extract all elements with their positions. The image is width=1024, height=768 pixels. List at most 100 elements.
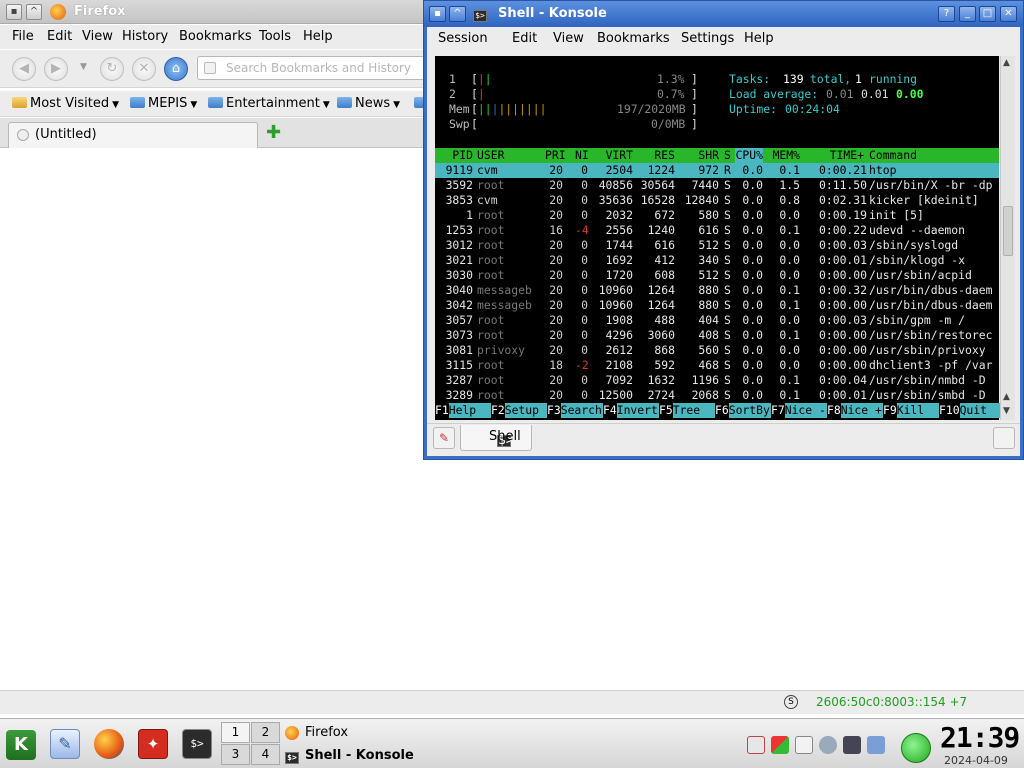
package-updates-icon[interactable] bbox=[771, 736, 789, 754]
process-row[interactable]: 3287 root 20 0 7092 1632 1196 S 0.0 0.1 0:00.04/us… bbox=[435, 373, 999, 388]
fkey-f9[interactable]: F9Kill bbox=[883, 403, 939, 418]
process-row[interactable]: 3021 root 20 0 1692 412 340 S 0.0 0.0 0:00.01/sbin… bbox=[435, 253, 999, 268]
task-konsole[interactable]: $> Shell - Konsole bbox=[285, 748, 414, 764]
menu-edit[interactable]: Edit bbox=[512, 31, 537, 46]
clipboard-icon[interactable] bbox=[795, 736, 813, 754]
konsole-launcher-icon[interactable]: $> bbox=[182, 729, 212, 759]
menu-help[interactable]: Help bbox=[744, 31, 774, 46]
minimize-button[interactable]: _ bbox=[959, 6, 976, 22]
pager-desktop-1[interactable]: 1 bbox=[221, 722, 250, 743]
new-session-icon[interactable]: ✎ bbox=[433, 427, 455, 449]
konsole-titlebar[interactable]: ▪ ^ $> Shell - Konsole ? _ □ ✕ bbox=[424, 1, 1023, 27]
process-cell-res: 1240 bbox=[647, 223, 675, 237]
process-row[interactable]: 3012 root 20 0 1744 616 512 S 0.0 0.0 0:00.03/sbin… bbox=[435, 238, 999, 253]
process-row[interactable]: 3073 root 20 0 4296 3060 408 S 0.0 0.1 0:00.00/usr… bbox=[435, 328, 999, 343]
volume-muted-icon[interactable] bbox=[747, 736, 765, 754]
process-cell-res: 616 bbox=[654, 238, 675, 252]
fkey-label: Kill bbox=[896, 403, 939, 418]
stop-button[interactable]: ✕ bbox=[132, 57, 156, 81]
help-button[interactable]: ? bbox=[938, 6, 955, 22]
scroll-down-icon[interactable]: ▲ bbox=[1003, 392, 1010, 402]
process-cell-mem-: 0.1 bbox=[779, 163, 800, 177]
scroll-up-icon[interactable]: ▲ bbox=[1003, 58, 1010, 68]
display-icon[interactable] bbox=[867, 736, 885, 754]
fkey-f6[interactable]: F6SortBy bbox=[715, 403, 771, 418]
menu-settings[interactable]: Settings bbox=[681, 31, 734, 46]
fkey-f10[interactable]: F10Quit bbox=[939, 403, 1000, 418]
kmenu-icon[interactable]: K bbox=[6, 730, 36, 760]
fkey-f5[interactable]: F5Tree bbox=[659, 403, 715, 418]
process-cell-pri: 20 bbox=[549, 178, 563, 192]
search-input[interactable]: Search Bookmarks and History bbox=[197, 56, 437, 80]
window-menu-button[interactable]: ▪ bbox=[429, 6, 446, 22]
history-dropdown-icon[interactable]: ▼ bbox=[80, 62, 87, 72]
fkey-f1[interactable]: F1Help bbox=[435, 403, 491, 418]
fkey-f3[interactable]: F3Search bbox=[547, 403, 603, 418]
system-tools-icon[interactable]: ✦ bbox=[138, 729, 168, 759]
close-button[interactable]: ✕ bbox=[1000, 6, 1017, 22]
firefox-launcher-icon[interactable] bbox=[94, 729, 124, 759]
sixornot-icon[interactable]: S bbox=[784, 695, 798, 709]
process-row[interactable]: 3040 messageb 20 0 10960 1264 880 S 0.0 0.1 0:00.3… bbox=[435, 283, 999, 298]
task-firefox[interactable]: Firefox bbox=[285, 725, 348, 740]
back-button[interactable]: ◀ bbox=[12, 57, 36, 81]
pager-desktop-4[interactable]: 4 bbox=[251, 744, 280, 765]
process-cell-shr: 7440 bbox=[691, 178, 719, 192]
menu-edit[interactable]: Edit bbox=[47, 29, 72, 44]
process-row[interactable]: 9119 cvm 20 0 2504 1224 972 R 0.0 0.1 0:00.21 htop bbox=[435, 163, 999, 178]
process-row[interactable]: 3057 root 20 0 1908 488 404 S 0.0 0.0 0:00.03/sbin… bbox=[435, 313, 999, 328]
process-row[interactable]: 3030 root 20 0 1720 608 512 S 0.0 0.0 0:00.00/usr/… bbox=[435, 268, 999, 283]
menu-session[interactable]: Session bbox=[438, 31, 488, 46]
process-row[interactable]: 1253 root 16 -4 2556 1240 616 S 0.0 0.1 0:00.22 ude… bbox=[435, 223, 999, 238]
new-tab-icon[interactable]: ✚ bbox=[266, 124, 281, 142]
removable-media-icon[interactable] bbox=[819, 736, 837, 754]
process-row[interactable]: 3081 privoxy 20 0 2612 868 560 S 0.0 0.0 0:00.00/u… bbox=[435, 343, 999, 358]
menu-view[interactable]: View bbox=[553, 31, 584, 46]
process-row[interactable]: 3042 messageb 20 0 10960 1264 880 S 0.0 0.1 0:00.0… bbox=[435, 298, 999, 313]
process-row[interactable]: 3115 root 18 -2 2108 592 468 S 0.0 0.0 0:00.00 dhcl… bbox=[435, 358, 999, 373]
network-icon[interactable] bbox=[843, 736, 861, 754]
process-row[interactable]: 3592 root 20 0 40856 30564 7440 S 0.0 1.5 0:11.50/… bbox=[435, 178, 999, 193]
bookmark-news[interactable]: News ▼ bbox=[337, 96, 400, 111]
tab-untitled[interactable]: (Untitled) bbox=[8, 122, 258, 148]
fkey-f4[interactable]: F4Invert bbox=[603, 403, 659, 418]
terminal-screen[interactable]: 1 [|| 1.3% ] 2 [| 0.7% ] Mem [||||||||||… bbox=[435, 56, 1000, 420]
task-label: Firefox bbox=[305, 725, 349, 740]
process-cell-ni: 0 bbox=[581, 253, 588, 267]
process-row[interactable]: 3853 cvm 20 0 35636 16528 12840 S 0.0 0.8 0:02.31 k… bbox=[435, 193, 999, 208]
process-cell-shr: 972 bbox=[698, 163, 719, 177]
fkey-f8[interactable]: F8Nice + bbox=[827, 403, 883, 418]
menu-history[interactable]: History bbox=[122, 29, 168, 44]
pager-desktop-2[interactable]: 2 bbox=[251, 722, 280, 743]
pager-desktop-3[interactable]: 3 bbox=[221, 744, 250, 765]
maximize-button[interactable]: □ bbox=[979, 6, 996, 22]
scrollbar-thumb[interactable] bbox=[1003, 206, 1013, 256]
sticky-button[interactable]: ^ bbox=[449, 6, 466, 22]
process-row[interactable]: 1 root 20 0 2032 672 580 S 0.0 0.0 0:00.19 init [5] bbox=[435, 208, 999, 223]
fkey-f2[interactable]: F2Setup bbox=[491, 403, 547, 418]
sticky-button[interactable]: ^ bbox=[26, 4, 42, 20]
bookmark-mepis[interactable]: MEPIS ▼ bbox=[130, 96, 197, 111]
menu-help[interactable]: Help bbox=[303, 29, 333, 44]
process-row[interactable]: 3289 root 20 0 12500 2724 2068 S 0.0 0.1 0:00.01/u… bbox=[435, 388, 999, 403]
home-button[interactable]: ⌂ bbox=[164, 57, 188, 81]
menu-bookmarks[interactable]: Bookmarks bbox=[179, 29, 252, 44]
fkey-f7[interactable]: F7Nice - bbox=[771, 403, 827, 418]
clock[interactable]: 21:39 bbox=[940, 721, 1020, 754]
bookmark-entertainment[interactable]: Entertainment ▼ bbox=[208, 96, 330, 111]
menu-tools[interactable]: Tools bbox=[259, 29, 291, 44]
bookmark-most-visited[interactable]: Most Visited ▼ bbox=[12, 96, 119, 111]
reload-button[interactable]: ↻ bbox=[100, 57, 124, 81]
status-indicator-icon[interactable] bbox=[901, 733, 931, 763]
text-editor-icon[interactable]: ✎ bbox=[50, 729, 80, 759]
forward-button[interactable]: ▶ bbox=[44, 57, 68, 81]
menu-bookmarks[interactable]: Bookmarks bbox=[597, 31, 670, 46]
tab-shell[interactable]: $> Shell bbox=[460, 425, 532, 451]
window-menu-button[interactable]: ▪ bbox=[6, 4, 22, 20]
terminal-scrollbar[interactable]: ▲ ▲ ▼ bbox=[1000, 56, 1015, 420]
scroll-down-icon[interactable]: ▼ bbox=[1003, 406, 1010, 416]
close-session-icon[interactable] bbox=[993, 427, 1015, 449]
menu-file[interactable]: File bbox=[12, 29, 34, 44]
menu-view[interactable]: View bbox=[82, 29, 113, 44]
process-cell-command: /usr/bin/dbus-daem bbox=[869, 283, 993, 297]
